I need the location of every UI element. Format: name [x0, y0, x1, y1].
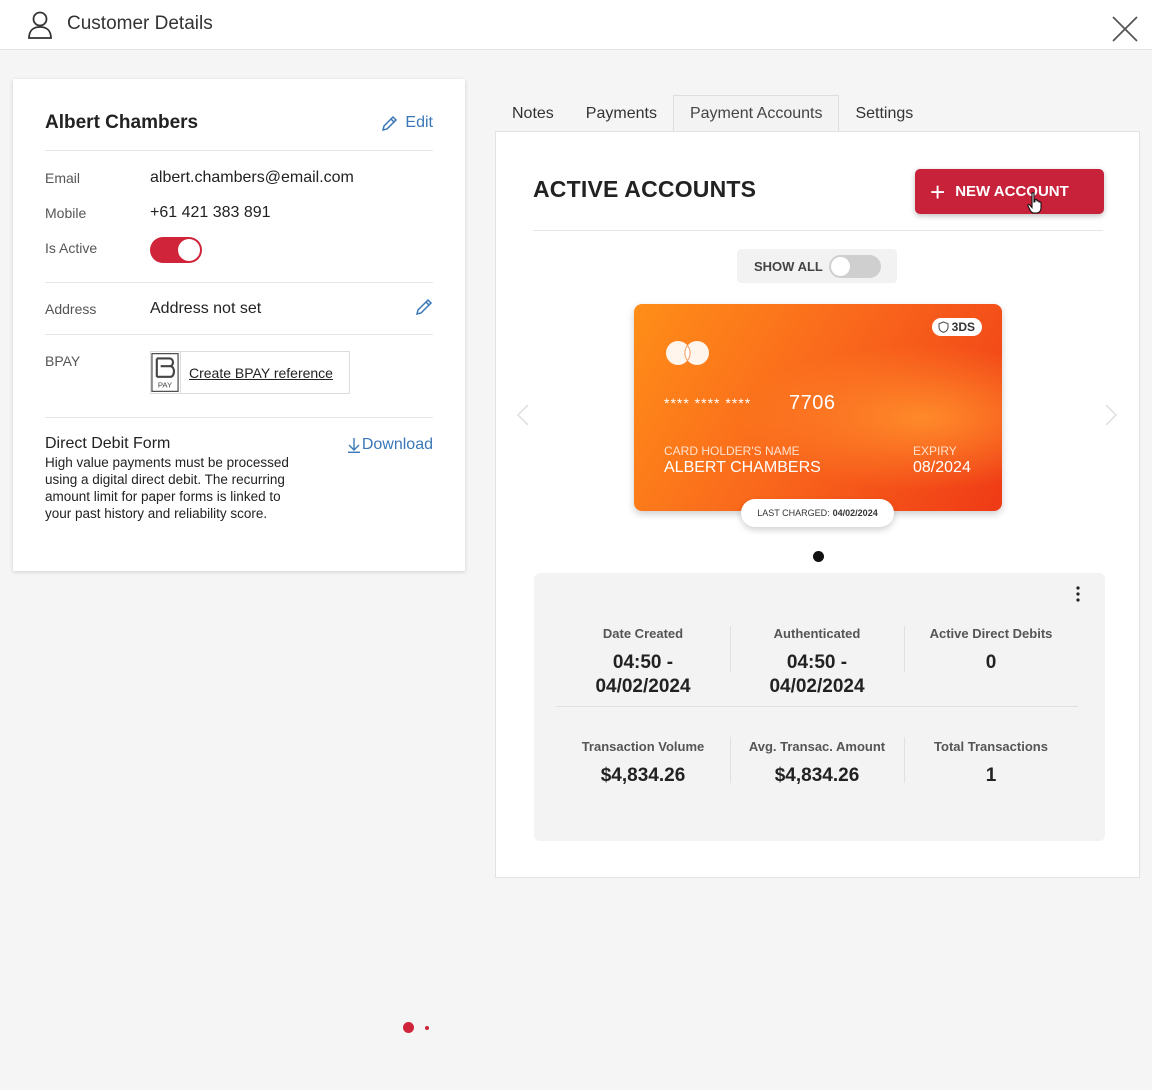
chevron-left-icon[interactable] — [516, 404, 530, 426]
card-holder-label: CARD HOLDER'S NAME — [664, 444, 800, 458]
address-label: Address — [45, 301, 97, 317]
stat-value: 04:50 - 04/02/2024 — [556, 651, 730, 699]
bpay-label: BPAY — [45, 353, 81, 369]
last-charged-date: 04/02/2024 — [832, 508, 878, 518]
download-arrow-icon — [347, 438, 360, 453]
pencil-icon — [382, 115, 398, 131]
stat-total-transactions: Total Transactions 1 — [904, 739, 1078, 788]
edit-label: Edit — [405, 114, 433, 131]
stat-value-date: 04/02/2024 — [595, 676, 691, 697]
3ds-label: 3DS — [951, 320, 975, 334]
shield-icon — [938, 321, 949, 333]
user-icon — [28, 11, 52, 39]
direct-debit-form-description: High value payments must be processed us… — [45, 455, 289, 521]
email-value: albert.chambers@email.com — [150, 169, 354, 186]
mobile-value: +61 421 383 891 — [150, 204, 271, 221]
mastercard-logo-icon — [666, 341, 709, 365]
active-accounts-title: ACTIVE ACCOUNTS — [533, 176, 757, 202]
payment-accounts-panel: ACTIVE ACCOUNTS + NEW ACCOUNT SHOW ALL 3… — [495, 131, 1140, 878]
address-value: Address not set — [150, 300, 262, 317]
bpay-logo-icon: PAY — [151, 352, 181, 393]
tab-bar: Notes Payments Payment Accounts Settings — [496, 95, 929, 132]
divider — [533, 230, 1103, 231]
header-bar: Customer Details — [0, 0, 1152, 50]
download-link[interactable]: Download — [347, 436, 433, 454]
expiry-value: 08/2024 — [913, 459, 971, 476]
stat-value-time: 04:50 - — [786, 652, 848, 673]
divider — [45, 417, 433, 418]
stat-value: $4,834.26 — [600, 765, 686, 786]
page-title: Customer Details — [67, 13, 213, 34]
show-all-label: SHOW ALL — [754, 258, 823, 274]
is-active-label: Is Active — [45, 240, 98, 256]
stat-value: $4,834.26 — [774, 765, 860, 786]
edit-address-pencil-icon[interactable] — [415, 298, 433, 316]
show-all-toggle[interactable] — [829, 255, 881, 278]
last-charged-label: LAST CHARGED: — [757, 508, 830, 518]
divider — [45, 150, 433, 151]
stat-avg-transaction: Avg. Transac. Amount $4,834.26 — [730, 739, 904, 788]
stat-label: Total Transactions — [934, 739, 1048, 754]
stat-value-time: 04:50 - — [612, 652, 674, 673]
tab-notes[interactable]: Notes — [496, 95, 570, 132]
last-charged-pill: LAST CHARGED: 04/02/2024 — [741, 499, 894, 527]
mobile-label: Mobile — [45, 205, 87, 221]
divider — [45, 334, 433, 335]
stat-value: 1 — [985, 765, 997, 786]
edit-customer-button[interactable]: Edit — [381, 114, 433, 132]
stat-active-direct-debits: Active Direct Debits 0 — [904, 626, 1078, 675]
hand-cursor-icon — [1027, 192, 1042, 214]
tab-payment-accounts[interactable]: Payment Accounts — [672, 95, 840, 132]
direct-debit-form-title: Direct Debit Form — [45, 435, 171, 452]
stat-transaction-volume: Transaction Volume $4,834.26 — [556, 739, 730, 788]
customer-card: Albert Chambers Edit Email albert.chambe… — [13, 79, 465, 571]
divider — [45, 282, 433, 283]
stat-date-created: Date Created 04:50 - 04/02/2024 — [556, 626, 730, 699]
divider — [556, 706, 1078, 707]
customer-name: Albert Chambers — [45, 112, 199, 133]
payment-card[interactable]: 3DS **** **** **** 7706 CARD HOLDER'S NA… — [634, 304, 1002, 511]
stat-authenticated: Authenticated 04:50 - 04/02/2024 — [730, 626, 904, 699]
download-label: Download — [361, 436, 433, 453]
toggle-knob — [178, 239, 200, 261]
stat-value: 04:50 - 04/02/2024 — [730, 651, 904, 699]
carousel-dot[interactable] — [813, 551, 824, 562]
bpay-link-text: Create BPAY reference — [189, 364, 333, 381]
loading-dot — [403, 1022, 414, 1033]
card-last-four: 7706 — [789, 392, 836, 414]
chevron-right-icon[interactable] — [1104, 404, 1118, 426]
3ds-badge: 3DS — [931, 318, 982, 336]
tab-settings[interactable]: Settings — [839, 95, 929, 132]
account-stats: Date Created 04:50 - 04/02/2024 Authenti… — [534, 573, 1105, 841]
more-options-icon[interactable] — [1075, 585, 1081, 603]
create-bpay-reference-button[interactable]: PAY Create BPAY reference — [150, 351, 350, 394]
stat-label: Date Created — [602, 626, 684, 641]
show-all-control: SHOW ALL — [737, 249, 897, 283]
bpay-logo-text: PAY — [158, 380, 172, 389]
stat-label: Avg. Transac. Amount — [748, 739, 886, 754]
plus-icon: + — [930, 176, 946, 207]
stat-label: Transaction Volume — [581, 739, 705, 754]
loading-dot — [425, 1026, 429, 1030]
stat-label: Active Direct Debits — [929, 626, 1053, 641]
card-holder-name: ALBERT CHAMBERS — [664, 459, 821, 476]
new-account-label: NEW ACCOUNT — [955, 183, 1069, 200]
expiry-label: EXPIRY — [913, 444, 957, 458]
is-active-toggle[interactable] — [150, 237, 202, 263]
tab-payments[interactable]: Payments — [570, 95, 673, 132]
stat-label: Authenticated — [773, 626, 861, 641]
stat-value-date: 04/02/2024 — [769, 676, 865, 697]
masked-card-number: **** **** **** — [664, 395, 752, 411]
close-icon[interactable] — [1110, 14, 1140, 44]
email-label: Email — [45, 170, 81, 186]
toggle-knob — [831, 257, 850, 276]
stat-value: 0 — [985, 652, 997, 673]
new-account-button[interactable]: + NEW ACCOUNT — [915, 169, 1104, 214]
